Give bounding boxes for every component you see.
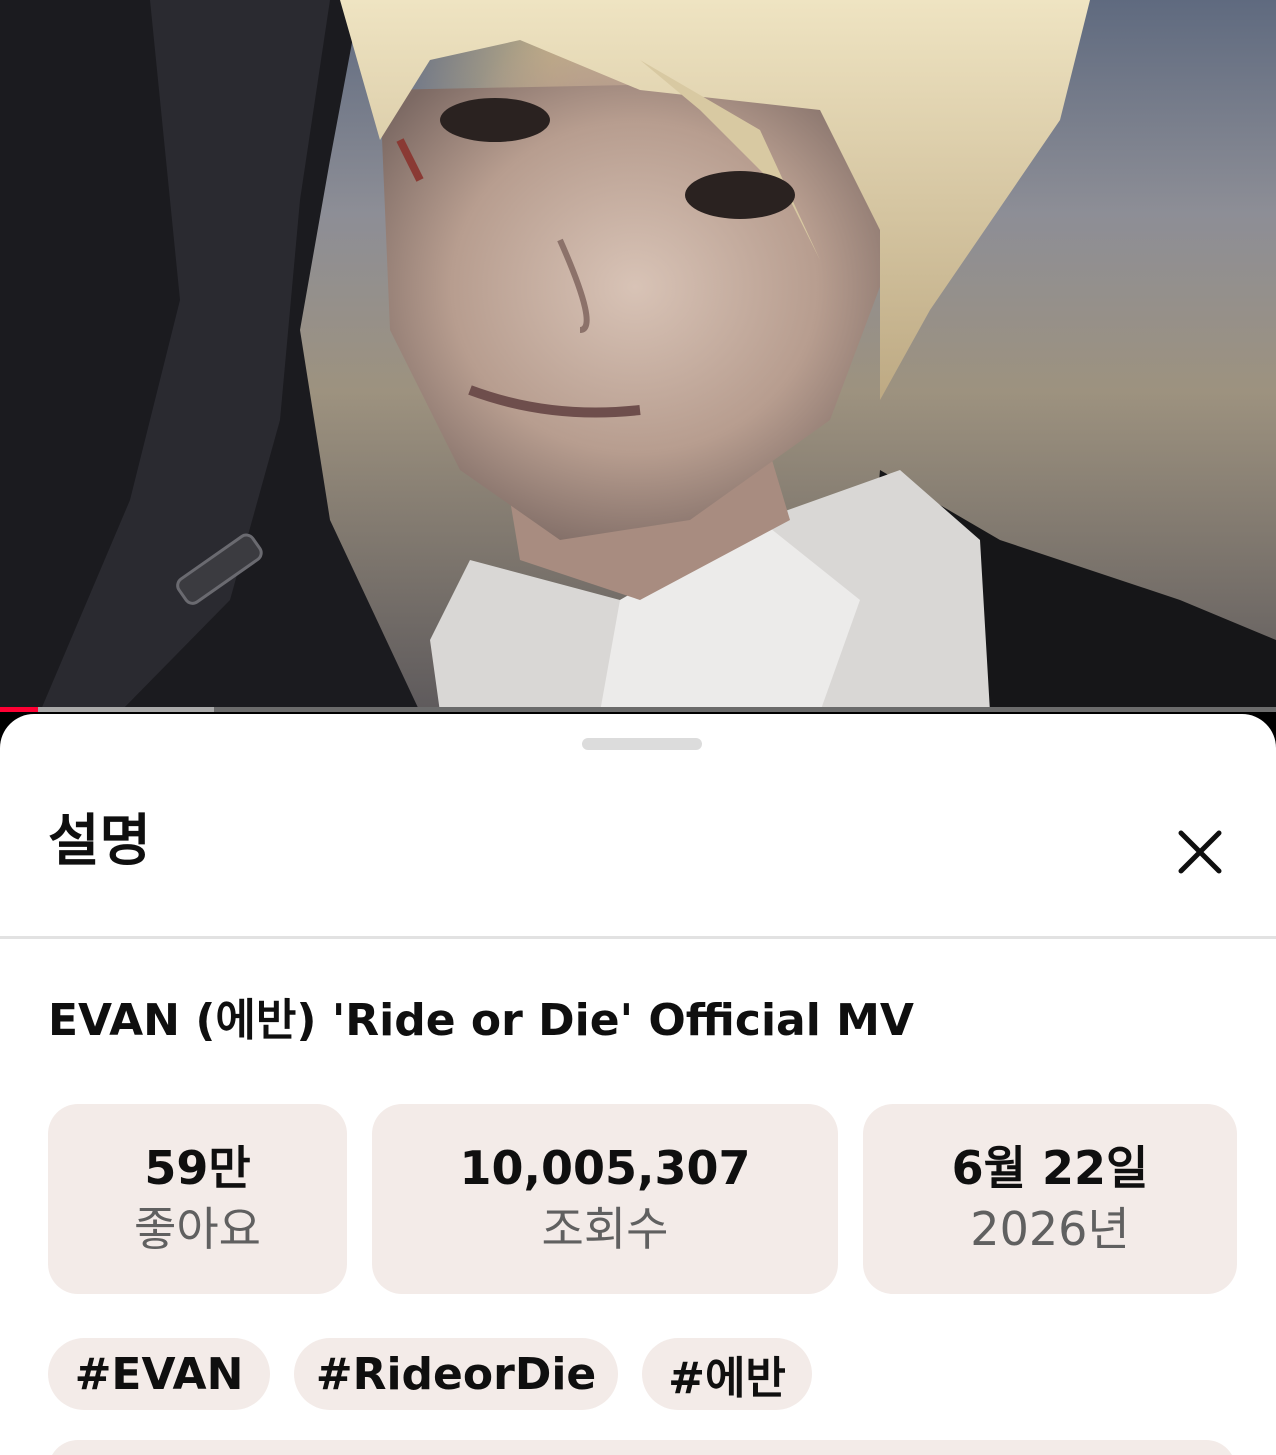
video-title: EVAN (에반) 'Ride or Die' Official MV (48, 995, 914, 1046)
upload-year: 2026년 (970, 1202, 1130, 1256)
hashtag-chip[interactable]: #EVAN (48, 1338, 270, 1410)
hashtag-chip[interactable]: #에반 (642, 1338, 812, 1410)
description-sheet: 설명 EVAN (에반) 'Ride or Die' Official MV 5… (0, 714, 1276, 1455)
divider (0, 936, 1276, 939)
video-progress-bar[interactable] (0, 707, 1276, 712)
upload-date: 6월 22일 (951, 1141, 1149, 1195)
video-player[interactable] (0, 0, 1276, 712)
description-card (48, 1440, 1236, 1455)
likes-label: 좋아요 (134, 1202, 261, 1256)
drag-handle[interactable] (582, 738, 702, 750)
progress-played (0, 707, 39, 712)
screen: 설명 EVAN (에반) 'Ride or Die' Official MV 5… (0, 0, 1276, 1455)
video-frame-image (0, 0, 1276, 712)
close-button[interactable] (1166, 818, 1234, 886)
likes-count: 59만 (144, 1141, 251, 1195)
sheet-title: 설명 (48, 809, 152, 874)
views-label: 조회수 (541, 1202, 669, 1256)
upload-date-stat[interactable]: 6월 22일 2026년 (863, 1104, 1237, 1294)
hashtag-chip[interactable]: #RideorDie (294, 1338, 618, 1410)
views-count: 10,005,307 (459, 1141, 751, 1195)
likes-stat: 59만 좋아요 (48, 1104, 347, 1294)
close-icon (1178, 830, 1222, 874)
views-stat: 10,005,307 조회수 (372, 1104, 838, 1294)
